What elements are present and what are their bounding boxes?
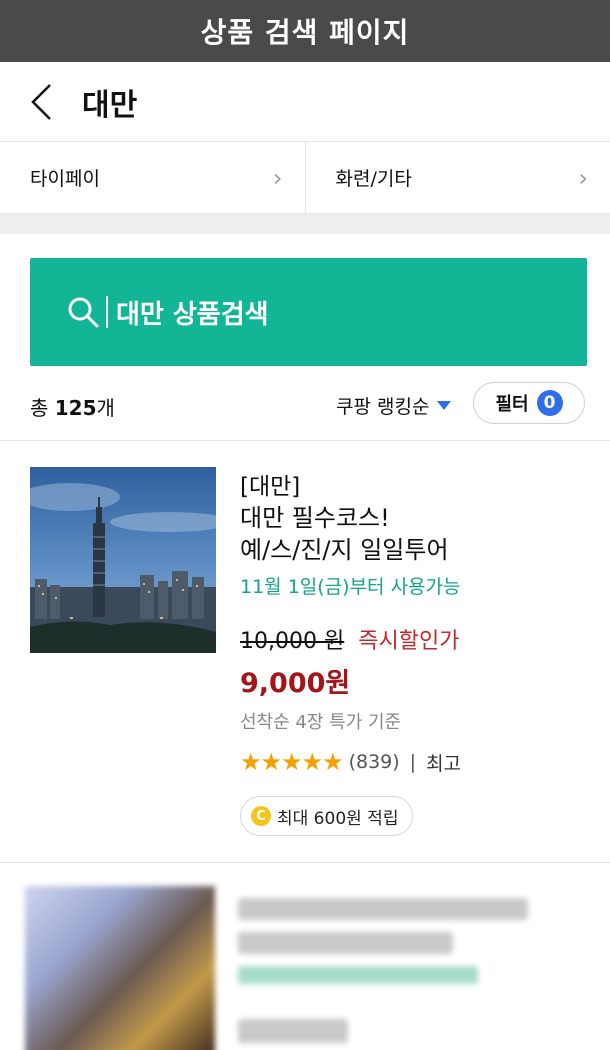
- category-label: 타이페이: [30, 168, 100, 190]
- category-label: 화련/기타: [335, 168, 412, 190]
- caret-down-icon: [437, 401, 452, 410]
- section-gap: [0, 214, 610, 234]
- reward-badge: C 최대 600원 적립: [240, 796, 414, 836]
- rating-grade: 최고: [426, 752, 462, 775]
- divider: [0, 440, 610, 441]
- back-button[interactable]: [30, 82, 60, 122]
- blurred-text: [238, 898, 528, 920]
- rating-row: ★★★★★ (839) | 최고: [240, 748, 600, 776]
- product-availability: 11월 1일(금)부터 사용가능: [240, 576, 461, 598]
- search-icon: [68, 297, 99, 328]
- star-rating-icon: ★★★★★: [240, 748, 344, 776]
- divider: [0, 862, 610, 863]
- nav-title: 대만: [82, 87, 138, 123]
- page-title: 상품 검색 페이지: [200, 16, 410, 49]
- category-bar: 타이페이 › 화련/기타 ›: [0, 142, 610, 214]
- blurred-text: [238, 1019, 348, 1043]
- text-cursor: [106, 296, 108, 328]
- blurred-text: [238, 966, 478, 984]
- product-card[interactable]: [대만] 대만 필수코스! 예/스/진/지 일일투어 11월 1일(금)부터 사…: [0, 442, 610, 862]
- product-card-blurred[interactable]: [0, 864, 610, 1050]
- category-taipei[interactable]: 타이페이 ›: [0, 142, 305, 213]
- price-row: 10,000 원 즉시할인가: [240, 623, 600, 655]
- chevron-left-icon: [31, 83, 51, 120]
- blurred-text: [238, 932, 453, 954]
- filter-button[interactable]: 필터 0: [473, 382, 585, 424]
- result-count: 총 125개: [30, 395, 115, 420]
- product-name-line1[interactable]: 대만 필수코스!: [240, 502, 600, 534]
- separator: |: [409, 751, 417, 773]
- search-label: 대만 상품검색: [116, 299, 269, 330]
- price-condition: 선착순 4장 특가 기준: [240, 712, 402, 733]
- product-name-line2[interactable]: 예/스/진/지 일일투어: [240, 534, 600, 566]
- review-count: (839): [348, 751, 400, 773]
- nav-bar: 대만: [0, 62, 610, 142]
- category-hualien-etc[interactable]: 화련/기타 ›: [304, 142, 610, 213]
- taipei-skyline-image: [30, 467, 216, 653]
- reward-label: 최대 600원 적립: [277, 808, 399, 829]
- page-header: 상품 검색 페이지: [0, 0, 610, 62]
- chevron-right-icon: ›: [578, 163, 588, 192]
- product-region-tag: [대만]: [240, 474, 301, 500]
- final-price: 9,000원: [240, 668, 351, 699]
- product-thumbnail[interactable]: [30, 467, 216, 653]
- filter-label: 필터: [495, 394, 529, 415]
- sort-label: 쿠팡 랭킹순: [336, 396, 430, 418]
- original-price: 10,000 원: [240, 629, 345, 654]
- discount-label: 즉시할인가: [358, 629, 460, 654]
- filter-count-badge: 0: [536, 390, 563, 416]
- product-thumbnail-blurred: [25, 886, 215, 1050]
- coin-icon: C: [251, 806, 271, 826]
- search-button[interactable]: 대만 상품검색: [30, 258, 587, 366]
- product-info: [대만] 대만 필수코스! 예/스/진/지 일일투어 11월 1일(금)부터 사…: [240, 472, 600, 836]
- sort-dropdown[interactable]: 쿠팡 랭킹순: [336, 392, 452, 419]
- chevron-right-icon: ›: [272, 163, 283, 192]
